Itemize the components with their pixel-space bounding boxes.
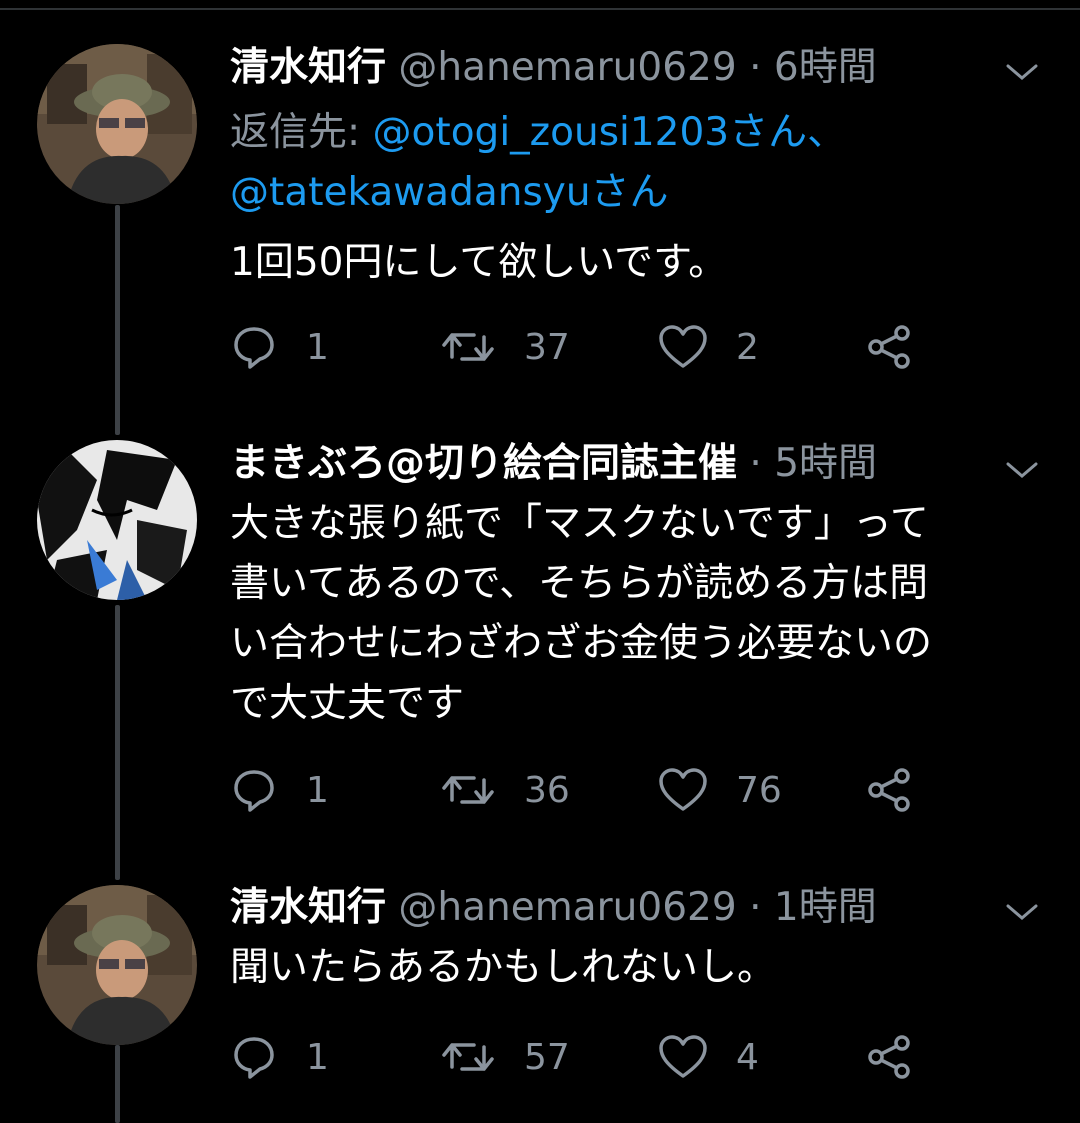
reply-count: 1 [306,1036,329,1078]
reply-button[interactable]: 1 [230,765,329,815]
reply-button[interactable]: 1 [230,322,329,372]
tweet[interactable]: まきぶろ@切り絵合同誌主催 · 5時間 大きな張り紙で「マスクないです」って 書… [0,420,1080,860]
avatar[interactable] [37,885,197,1045]
author-name[interactable]: まきぶろ@切り絵合同誌主催 [230,441,737,486]
tweet-text: 聞いたらあるかもしれないし。 [230,945,777,990]
tweet-text: 1回50円にして欲しいです。 [230,240,728,285]
tweet-text-line: 大きな張り紙で「マスクないです」って [230,501,929,546]
heart-icon [659,1035,707,1078]
tweet-text-line: 書いてあるので、そちらが読める方は問 [230,561,929,606]
reply-to-prefix: 返信先: [230,110,373,155]
chevron-down-icon[interactable] [1004,458,1040,482]
separator-dot: · [749,885,762,930]
like-count: 76 [736,769,782,811]
reply-count: 1 [306,326,329,368]
like-count: 2 [736,326,759,368]
avatar[interactable] [37,440,197,600]
retweet-button[interactable]: 37 [440,322,570,372]
author-name[interactable]: 清水知行 [230,885,386,930]
tweet-text-line: い合わせにわざわざお金使う必要ないの [230,621,933,666]
reply-to-line: 返信先: @otogi_zousi1203さん、 @tatekawadansyu… [230,103,1050,223]
reply-icon [234,770,274,812]
retweet-button[interactable]: 36 [440,765,570,815]
heart-icon [659,325,707,368]
tweet[interactable]: 清水知行 @hanemaru0629 · 6時間 返信先: @otogi_zou… [0,0,1080,420]
tweet-text-line: で大丈夫です [230,681,465,726]
like-button[interactable]: 76 [658,765,782,815]
share-icon [868,325,910,369]
tweet-header: まきぶろ@切り絵合同誌主催 · 5時間 [230,434,1040,494]
retweet-icon [442,1043,494,1071]
tweet-text: 大きな張り紙で「マスクないです」って 書いてあるので、そちらが読める方は問 い合… [230,494,1050,734]
separator-dot: · [749,45,762,90]
separator-dot: · [749,441,762,486]
reply-icon [234,1037,274,1079]
author-handle[interactable]: @hanemaru0629 [398,885,736,930]
retweet-icon [442,776,494,804]
share-icon [868,768,910,812]
author-name[interactable]: 清水知行 [230,45,386,90]
share-button[interactable] [866,1032,914,1082]
retweet-button[interactable]: 57 [440,1032,570,1082]
retweet-icon [442,333,494,361]
retweet-count: 37 [524,326,570,368]
tweet-actions: 1 57 4 [230,1032,950,1082]
avatar[interactable] [37,44,197,204]
mention-link[interactable]: @otogi_zousi1203さん、 [373,110,847,155]
tweet-header: 清水知行 @hanemaru0629 · 6時間 [230,38,1040,98]
timestamp[interactable]: 1時間 [774,885,877,930]
timestamp[interactable]: 5時間 [774,441,877,486]
reply-button[interactable]: 1 [230,1032,329,1082]
reply-count: 1 [306,769,329,811]
tweet-actions: 1 36 76 [230,765,950,815]
retweet-count: 36 [524,769,570,811]
like-count: 4 [736,1036,759,1078]
share-icon [868,1035,910,1079]
tweet-header: 清水知行 @hanemaru0629 · 1時間 [230,878,1040,938]
share-button[interactable] [866,322,914,372]
heart-icon [659,768,707,811]
mention-link[interactable]: @tatekawadansyuさん [230,170,669,215]
chevron-down-icon[interactable] [1004,60,1040,84]
author-handle[interactable]: @hanemaru0629 [398,45,736,90]
retweet-count: 57 [524,1036,570,1078]
tweet[interactable]: 清水知行 @hanemaru0629 · 1時間 聞いたらあるかもしれないし。 … [0,860,1080,1123]
reply-icon [234,327,274,369]
share-button[interactable] [866,765,914,815]
like-button[interactable]: 4 [658,1032,759,1082]
timestamp[interactable]: 6時間 [774,45,877,90]
like-button[interactable]: 2 [658,322,759,372]
chevron-down-icon[interactable] [1004,900,1040,924]
tweet-actions: 1 37 2 [230,322,950,372]
